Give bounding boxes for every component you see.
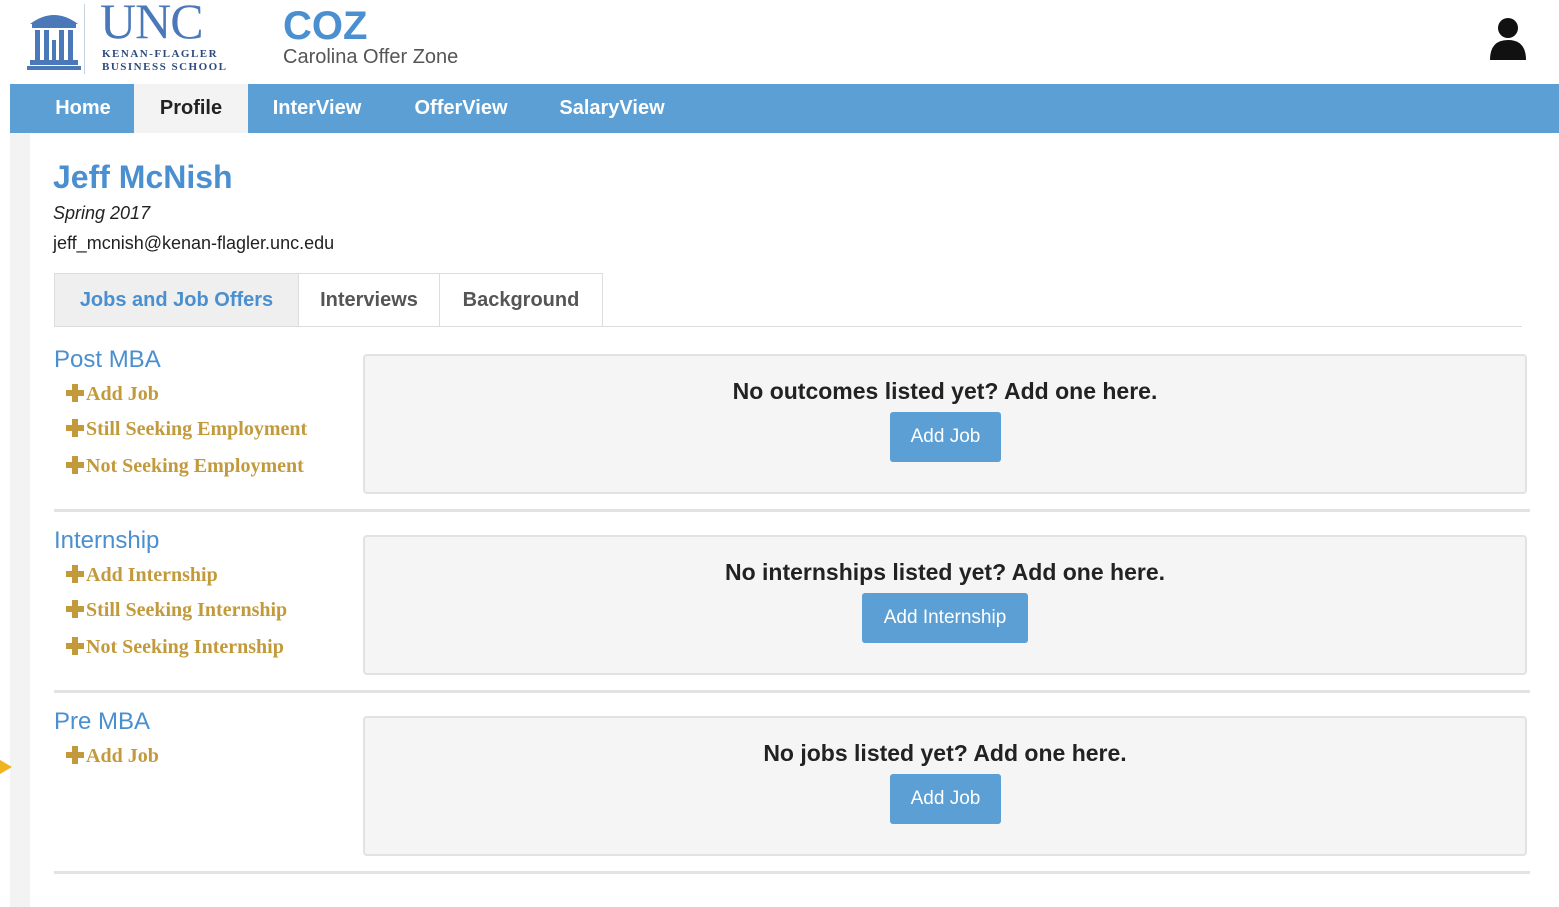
nav-interview[interactable]: InterView xyxy=(256,84,378,133)
student-term: Spring 2017 xyxy=(53,203,151,223)
logo-wordmark: UNC xyxy=(100,0,204,49)
empty-message: No internships listed yet? Add one here. xyxy=(724,559,1166,585)
section-pre-mba: Pre MBA Add Job No jobs listed yet? Add … xyxy=(54,708,1530,874)
not-seeking-internship-link[interactable]: Not Seeking Internship xyxy=(66,637,284,657)
nav-salaryview[interactable]: SalaryView xyxy=(544,84,680,133)
section-divider xyxy=(54,690,1530,693)
logo-divider xyxy=(84,4,85,74)
plus-icon xyxy=(66,456,84,474)
section-title: Pre MBA xyxy=(54,708,151,735)
internship-box: No internships listed yet? Add one here.… xyxy=(363,535,1527,675)
section-internship: Internship Add Internship Still Seeking … xyxy=(54,527,1530,693)
old-well-icon xyxy=(27,15,81,70)
app-header: UNC KENAN-FLAGLER BUSINESS SCHOOL COZ Ca… xyxy=(0,0,1559,84)
plus-icon xyxy=(66,746,84,764)
empty-message: No jobs listed yet? Add one here. xyxy=(763,740,1127,766)
still-seeking-employment-link[interactable]: Still Seeking Employment xyxy=(66,419,307,439)
nav-profile[interactable]: Profile xyxy=(134,84,248,133)
add-job-button[interactable]: Add Job xyxy=(890,412,1001,462)
not-seeking-employment-link[interactable]: Not Seeking Employment xyxy=(66,456,304,476)
app-subtitle: Carolina Offer Zone xyxy=(283,46,459,68)
plus-icon xyxy=(66,600,84,618)
student-email: jeff_mcnish@kenan-flagler.unc.edu xyxy=(53,233,335,253)
plus-icon xyxy=(66,384,84,402)
section-title: Post MBA xyxy=(54,346,161,373)
logo-school-line2: BUSINESS SCHOOL xyxy=(102,61,228,73)
section-divider xyxy=(54,871,1530,874)
section-title: Internship xyxy=(54,527,160,554)
section-post-mba: Post MBA Add Job Still Seeking Employmen… xyxy=(54,346,1530,512)
content-area: Jeff McNish Spring 2017 jeff_mcnish@kena… xyxy=(10,133,1559,907)
pointer-arrow-icon xyxy=(0,760,12,774)
add-job-button[interactable]: Add Job xyxy=(890,774,1001,824)
pre-mba-jobs-box: No jobs listed yet? Add one here. Add Jo… xyxy=(363,716,1527,856)
add-internship-link[interactable]: Add Internship xyxy=(66,565,218,585)
add-job-link[interactable]: Add Job xyxy=(66,384,159,404)
post-mba-outcomes-box: No outcomes listed yet? Add one here. Ad… xyxy=(363,354,1527,494)
user-icon[interactable] xyxy=(1488,16,1528,60)
plus-icon xyxy=(66,565,84,583)
nav-offerview[interactable]: OfferView xyxy=(398,84,524,133)
tab-background[interactable]: Background xyxy=(439,273,603,327)
plus-icon xyxy=(66,419,84,437)
profile-tabs: Jobs and Job Offers Interviews Backgroun… xyxy=(54,273,1522,327)
main-navbar: Home Profile InterView OfferView SalaryV… xyxy=(10,84,1559,133)
section-divider xyxy=(54,509,1530,512)
profile-panel: Jeff McNish Spring 2017 jeff_mcnish@kena… xyxy=(30,133,1559,907)
tab-interviews[interactable]: Interviews xyxy=(298,273,440,327)
add-internship-button[interactable]: Add Internship xyxy=(862,593,1028,643)
student-name: Jeff McNish xyxy=(53,159,233,195)
logo-school-line1: KENAN-FLAGLER xyxy=(102,48,219,60)
app-title: COZ xyxy=(283,4,368,48)
still-seeking-internship-link[interactable]: Still Seeking Internship xyxy=(66,600,287,620)
plus-icon xyxy=(66,637,84,655)
empty-message: No outcomes listed yet? Add one here. xyxy=(732,378,1158,404)
add-job-link[interactable]: Add Job xyxy=(66,746,159,766)
nav-home[interactable]: Home xyxy=(40,84,126,133)
tab-jobs-and-job-offers[interactable]: Jobs and Job Offers xyxy=(54,273,299,327)
